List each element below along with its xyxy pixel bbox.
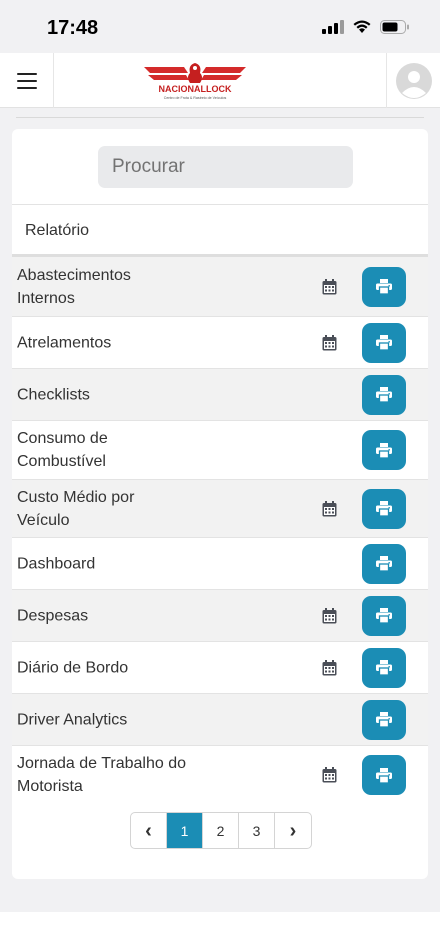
calendar-icon[interactable]	[322, 767, 337, 783]
hamburger-icon	[16, 72, 37, 89]
calendar-icon[interactable]	[322, 278, 337, 295]
status-icons	[322, 19, 410, 34]
print-button[interactable]	[362, 266, 406, 307]
report-name: Jornada de Trabalho do Motorista	[17, 755, 187, 795]
pagination-prev-button[interactable]: ‹	[131, 813, 167, 848]
printer-icon	[376, 335, 392, 350]
battery-icon	[380, 19, 409, 34]
print-button[interactable]	[362, 322, 406, 363]
report-name: Consumo de Combustível	[17, 430, 108, 470]
chevron-right-icon: ›	[289, 819, 297, 842]
report-name: Dashboard	[17, 555, 96, 572]
table-row: Dashboard	[12, 538, 428, 590]
menu-button[interactable]	[0, 53, 54, 108]
printer-icon	[376, 608, 392, 623]
nacionallock-logo[interactable]: NACIONALLOCK Centro de Frota & Rastreio …	[142, 61, 248, 101]
printer-icon	[376, 556, 392, 571]
pagination-page-1[interactable]: 1	[167, 813, 203, 848]
calendar-icon[interactable]	[322, 334, 337, 351]
report-name: Driver Analytics	[17, 711, 128, 728]
bottom-strip	[0, 912, 440, 952]
top-navbar: NACIONALLOCK Centro de Frota & Rastreio …	[0, 53, 440, 108]
print-button[interactable]	[362, 374, 406, 415]
report-rows: Abastecimentos Internos Atrelamentos Che…	[12, 257, 428, 804]
calendar-icon[interactable]	[322, 607, 337, 624]
table-row: Despesas	[12, 590, 428, 642]
print-button[interactable]	[362, 699, 406, 740]
table-header: Relatório	[12, 205, 428, 257]
report-name: Abastecimentos Internos	[17, 266, 131, 307]
table-row: Jornada de Trabalho do Motorista	[12, 746, 428, 804]
printer-icon	[376, 767, 392, 783]
svg-text:Centro de Frota & Rastreio de: Centro de Frota & Rastreio de Veículos	[164, 96, 227, 100]
calendar-icon[interactable]	[322, 659, 337, 676]
report-list-card: Relatório Abastecimentos Internos Atrela…	[12, 129, 428, 879]
report-name: Checklists	[17, 386, 90, 403]
table-row: Custo Médio por Veículo	[12, 480, 428, 538]
printer-icon	[376, 442, 392, 458]
table-row: Checklists	[12, 369, 428, 421]
report-name: Atrelamentos	[17, 334, 112, 351]
user-avatar-icon	[395, 62, 432, 99]
table-row: Atrelamentos	[12, 317, 428, 369]
user-menu[interactable]	[386, 53, 440, 108]
print-button[interactable]	[362, 647, 406, 688]
search-bar	[12, 129, 428, 205]
print-button[interactable]	[362, 430, 406, 470]
status-bar: 17:48	[0, 0, 440, 53]
pagination-page-2[interactable]: 2	[203, 813, 239, 848]
printer-icon	[376, 660, 392, 675]
column-header-relatorio: Relatório	[25, 222, 90, 239]
page-divider	[16, 117, 424, 118]
wifi-icon	[353, 20, 371, 33]
search-input[interactable]	[98, 146, 353, 188]
svg-text:NACIONALLOCK: NACIONALLOCK	[159, 84, 232, 94]
report-name: Diário de Bordo	[17, 659, 129, 676]
table-row: Abastecimentos Internos	[12, 257, 428, 317]
pagination-page-3[interactable]: 3	[239, 813, 275, 848]
print-button[interactable]	[362, 595, 406, 636]
pagination: ‹ 1 2 3 ›	[130, 812, 312, 849]
table-row: Driver Analytics	[12, 694, 428, 746]
report-name: Despesas	[17, 607, 89, 624]
print-button[interactable]	[362, 543, 406, 584]
printer-icon	[376, 387, 392, 402]
pagination-next-button[interactable]: ›	[275, 813, 311, 848]
report-name: Custo Médio por Veículo	[17, 488, 135, 529]
printer-icon	[376, 712, 392, 727]
chevron-left-icon: ‹	[145, 819, 152, 842]
printer-icon	[376, 501, 392, 516]
calendar-icon[interactable]	[322, 500, 337, 517]
signal-icon	[322, 19, 344, 34]
printer-icon	[376, 279, 392, 294]
table-row: Diário de Bordo	[12, 642, 428, 694]
print-button[interactable]	[362, 488, 406, 529]
table-row: Consumo de Combustível	[12, 421, 428, 480]
status-time: 17:48	[47, 17, 99, 39]
print-button[interactable]	[362, 755, 406, 795]
